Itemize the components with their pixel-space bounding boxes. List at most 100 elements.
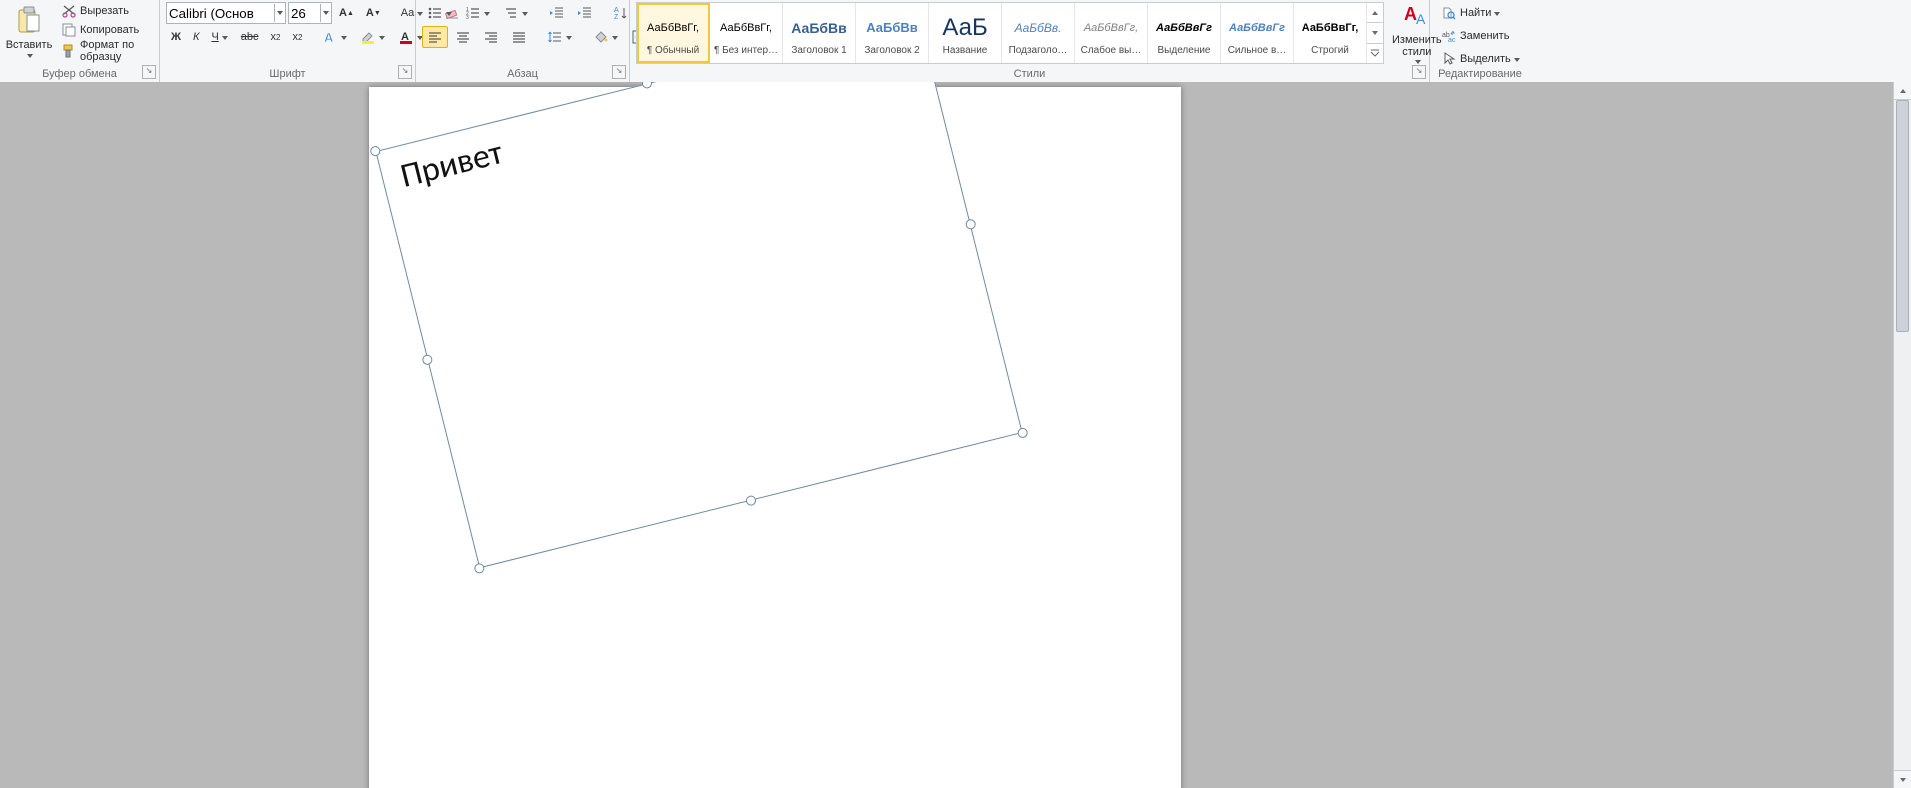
chevron-down-icon	[379, 34, 386, 41]
style-item-p-h2[interactable]: АаБбВвЗаголовок 2	[856, 3, 929, 63]
gallery-scroll-up[interactable]	[1367, 3, 1383, 23]
select-label: Выделить	[1460, 53, 1511, 65]
numbered-list-button[interactable]: 123	[460, 2, 496, 24]
group-label-styles: Стили	[630, 68, 1429, 80]
superscript-button[interactable]: x2	[287, 26, 307, 48]
paste-icon	[13, 5, 45, 37]
style-item-p-weak[interactable]: АаБбВвГг,Слабое вы…	[1075, 3, 1148, 63]
align-justify-button[interactable]	[506, 26, 532, 48]
style-gallery[interactable]: АаБбВвГг,¶ ОбычныйАаБбВвГг,¶ Без интер…А…	[636, 2, 1384, 64]
scroll-thumb[interactable]	[1896, 100, 1909, 332]
font-size-combo[interactable]	[288, 2, 332, 24]
indent-icon	[577, 5, 593, 21]
style-preview: АаБбВвГг	[1156, 11, 1212, 45]
style-item-p-sub[interactable]: АаБбВв.Подзаголо…	[1002, 3, 1075, 63]
scroll-up-button[interactable]	[1894, 82, 1911, 100]
style-name: ¶ Обычный	[637, 45, 709, 56]
page[interactable]: Привет	[369, 87, 1181, 788]
font-name-input[interactable]	[167, 3, 271, 23]
style-item-p-normal[interactable]: АаБбВвГг,¶ Без интер…	[710, 3, 783, 63]
grow-font-button[interactable]: A▲	[334, 2, 359, 24]
textbox-frame[interactable]: Привет	[375, 82, 1022, 568]
align-right-button[interactable]	[478, 26, 504, 48]
chevron-down-icon[interactable]	[320, 4, 331, 22]
decrease-indent-button[interactable]	[544, 2, 570, 24]
font-size-input[interactable]	[289, 3, 317, 23]
bullet-list-button[interactable]	[422, 2, 458, 24]
group-editing: Найти abac Заменить Выделить Редактирова…	[1430, 0, 1530, 82]
group-label-paragraph: Абзац	[416, 68, 629, 80]
cut-button[interactable]: Вырезать	[56, 2, 153, 20]
format-painter-button[interactable]: Формат по образцу	[56, 40, 153, 62]
svg-text:ac: ac	[1448, 37, 1456, 44]
textbox-text[interactable]: Привет	[396, 132, 506, 197]
text-effects-button[interactable]: A	[317, 26, 353, 48]
align-left-icon	[427, 29, 443, 45]
style-preview: АаБбВвГг,	[1084, 11, 1138, 45]
style-item-p-h1[interactable]: АаБбВвЗаголовок 1	[783, 3, 856, 63]
style-preview: АаБбВвГг,	[1302, 11, 1359, 45]
subscript-button[interactable]: x2	[266, 26, 286, 48]
brush-icon	[61, 43, 77, 59]
italic-button[interactable]: К	[188, 26, 204, 48]
multilevel-list-button[interactable]	[498, 2, 534, 24]
find-button[interactable]: Найти	[1436, 2, 1524, 24]
style-name: Название	[929, 45, 1001, 56]
style-name: Сильное в…	[1221, 45, 1293, 56]
paragraph-launcher[interactable]: ↘	[612, 65, 626, 79]
chevron-down-icon	[1494, 10, 1501, 17]
shrink-font-button[interactable]: A▼	[361, 2, 386, 24]
style-item-p-emph[interactable]: АаБбВвГгВыделение	[1148, 3, 1221, 63]
font-color-icon: A	[398, 29, 414, 45]
style-gallery-more[interactable]	[1367, 3, 1383, 63]
font-launcher[interactable]: ↘	[398, 65, 412, 79]
svg-text:A: A	[1416, 11, 1426, 27]
chevron-down-icon	[27, 52, 34, 59]
style-item-p-title[interactable]: АаБНазвание	[929, 3, 1002, 63]
strike-button[interactable]: abc	[236, 26, 264, 48]
style-item-p-strong[interactable]: АаБбВвГгСильное в…	[1221, 3, 1294, 63]
align-center-button[interactable]	[450, 26, 476, 48]
multilevel-icon	[503, 5, 519, 21]
style-item-p-bold[interactable]: АаБбВвГг,Строгий	[1294, 3, 1367, 63]
vertical-scrollbar[interactable]	[1893, 82, 1911, 788]
scroll-down-button[interactable]	[1894, 770, 1911, 788]
align-left-button[interactable]	[422, 26, 448, 48]
align-right-icon	[483, 29, 499, 45]
shading-button[interactable]	[588, 26, 624, 48]
line-spacing-icon	[547, 29, 563, 45]
line-spacing-button[interactable]	[542, 26, 578, 48]
paint-bucket-icon	[593, 29, 609, 45]
style-item-p-normal[interactable]: АаБбВвГг,¶ Обычный	[637, 3, 710, 63]
styles-launcher[interactable]: ↘	[1412, 65, 1426, 79]
clipboard-launcher[interactable]: ↘	[142, 65, 156, 79]
group-label-font: Шрифт	[160, 68, 415, 80]
chevron-down-icon	[1415, 58, 1422, 64]
select-button[interactable]: Выделить	[1436, 48, 1524, 70]
copy-button[interactable]: Копировать	[56, 21, 153, 39]
font-name-combo[interactable]	[166, 2, 286, 24]
paste-button[interactable]: Вставить	[6, 2, 52, 62]
chevron-down-icon[interactable]	[274, 4, 285, 22]
numbers-icon: 123	[465, 5, 481, 21]
highlight-button[interactable]	[355, 26, 391, 48]
underline-button[interactable]: Ч	[206, 26, 233, 48]
svg-text:Z: Z	[614, 14, 619, 21]
gallery-expand[interactable]	[1367, 44, 1383, 63]
copy-icon	[61, 22, 77, 38]
svg-text:A: A	[614, 7, 619, 14]
style-preview: АаБбВв	[866, 11, 918, 45]
highlight-icon	[360, 29, 376, 45]
bullets-icon	[427, 5, 443, 21]
style-name: ¶ Без интер…	[710, 45, 782, 56]
resize-handle-se[interactable]	[1017, 427, 1029, 439]
workspace[interactable]: Привет	[0, 82, 1894, 788]
replace-button[interactable]: abac Заменить	[1436, 25, 1524, 47]
increase-indent-button[interactable]	[572, 2, 598, 24]
textbox-shape[interactable]: Привет	[375, 82, 1022, 568]
find-label: Найти	[1460, 7, 1491, 19]
bold-button[interactable]: Ж	[166, 26, 186, 48]
gallery-scroll-down[interactable]	[1367, 23, 1383, 43]
style-preview: АаБбВвГг,	[720, 11, 772, 45]
chevron-down-icon	[222, 34, 229, 41]
